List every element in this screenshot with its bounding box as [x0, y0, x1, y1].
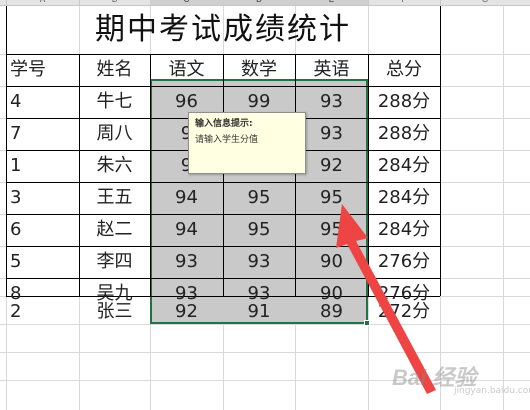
cell-chinese[interactable]: 94: [150, 182, 223, 214]
cell-name[interactable]: 朱六: [79, 150, 150, 182]
cell-english[interactable]: 90: [295, 246, 368, 278]
tooltip-title: 输入信息提示:: [195, 119, 253, 129]
header-cell-english[interactable]: 英语: [295, 54, 368, 86]
cell-total[interactable]: 284分: [368, 214, 440, 246]
cell-total[interactable]: 288分: [368, 118, 440, 150]
cell-english[interactable]: 89: [295, 296, 368, 328]
cell-name[interactable]: 李四: [79, 246, 150, 278]
cell-name[interactable]: 赵二: [79, 214, 150, 246]
cell-math[interactable]: 93: [223, 246, 295, 278]
cell-id[interactable]: 3: [6, 182, 83, 214]
cell-total[interactable]: 272分: [368, 296, 440, 328]
cell-name[interactable]: 王五: [79, 182, 150, 214]
baidu-watermark: Bai 经验 jingyan.baidu.com: [392, 356, 530, 402]
cell-math[interactable]: 95: [223, 182, 295, 214]
cell-name[interactable]: 周八: [79, 118, 150, 150]
column-header-g[interactable]: G: [440, 0, 530, 5]
cell-id[interactable]: 5: [6, 246, 83, 278]
tooltip-text: 请输入学生分值: [195, 135, 259, 145]
cell-id[interactable]: 2: [6, 296, 83, 328]
header-cell-chinese[interactable]: 语文: [150, 54, 223, 86]
header-cell-math[interactable]: 数学: [223, 54, 295, 86]
cell-total[interactable]: 284分: [368, 182, 440, 214]
watermark-url: jingyan.baidu.com: [454, 386, 530, 396]
sheet-title[interactable]: 期中考试成绩统计: [6, 6, 440, 54]
header-cell-name[interactable]: 姓名: [79, 54, 150, 86]
cell-total[interactable]: 288分: [368, 86, 440, 118]
cell-total[interactable]: 276分: [368, 246, 440, 278]
header-cell-total[interactable]: 总分: [368, 54, 440, 86]
cell-math[interactable]: 91: [223, 296, 295, 328]
cell-id[interactable]: 6: [6, 214, 83, 246]
cell-chinese[interactable]: 94: [150, 214, 223, 246]
input-message-tooltip: 输入信息提示: 请输入学生分值: [188, 112, 306, 174]
cell-id[interactable]: 4: [6, 86, 83, 118]
header-cell-id[interactable]: 学号: [6, 54, 83, 86]
cell-id[interactable]: 1: [6, 150, 83, 182]
cell-id[interactable]: 7: [6, 118, 83, 150]
cell-name[interactable]: 牛七: [79, 86, 150, 118]
cell-chinese[interactable]: 92: [150, 296, 223, 328]
cell-english[interactable]: 95: [295, 214, 368, 246]
cell-chinese[interactable]: 93: [150, 246, 223, 278]
cell-math[interactable]: 95: [223, 214, 295, 246]
cell-total[interactable]: 284分: [368, 150, 440, 182]
cell-name[interactable]: 张三: [79, 296, 150, 328]
cell-english[interactable]: 95: [295, 182, 368, 214]
